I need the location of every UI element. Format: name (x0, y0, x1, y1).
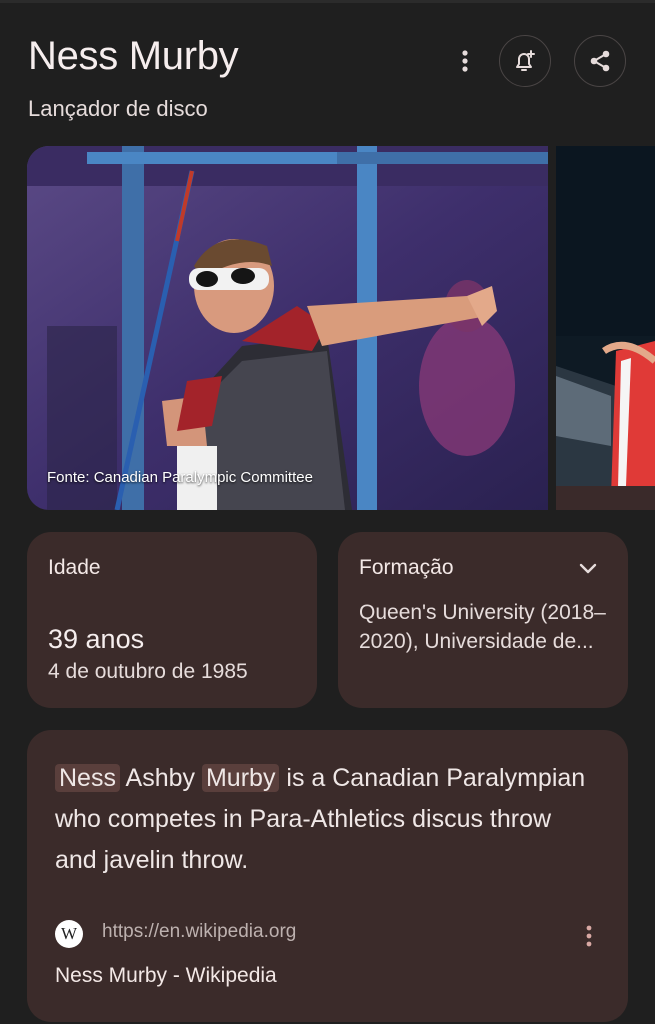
highlight-term: Murby (201, 764, 280, 792)
birth-date: 4 de outubro de 1985 (48, 660, 248, 683)
follow-notification-button[interactable] (499, 35, 551, 87)
source-url[interactable]: https://en.wikipedia.org (102, 921, 296, 943)
description-card[interactable]: Ness Ashby Murby is a Canadian Paralympi… (27, 730, 628, 1022)
share-icon (590, 50, 610, 72)
more-options-button[interactable] (450, 46, 480, 76)
entity-subtitle: Lançador de disco (28, 96, 208, 121)
second-photo[interactable] (556, 146, 655, 510)
age-card[interactable]: Idade 39 anos 4 de outubro de 1985 (27, 532, 317, 708)
athlete-photo[interactable]: Fonte: Canadian Paralympic Committee (27, 146, 548, 510)
image-source-caption: Fonte: Canadian Paralympic Committee (47, 469, 313, 486)
share-button[interactable] (574, 35, 626, 87)
age-label: Idade (48, 556, 101, 579)
description-middle: Ashby (125, 764, 196, 792)
top-divider (0, 0, 655, 3)
description-text: Ness Ashby Murby is a Canadian Paralympi… (55, 758, 595, 881)
chevron-down-icon[interactable] (576, 556, 600, 580)
education-card[interactable]: Formação Queen's University (2018–2020),… (338, 532, 628, 708)
highlight-term: Ness (55, 764, 120, 792)
age-value: 39 anos (48, 624, 145, 654)
athlete-photo-image (27, 146, 548, 510)
source-title-link[interactable]: Ness Murby - Wikipedia (55, 964, 277, 988)
second-photo-image (556, 146, 655, 510)
education-label: Formação (359, 556, 454, 579)
more-vert-icon[interactable] (579, 923, 599, 949)
entity-title: Ness Murby (28, 34, 239, 78)
more-vert-icon (462, 50, 468, 72)
education-text: Queen's University (2018–2020), Universi… (359, 601, 606, 653)
notification-add-icon (516, 50, 535, 71)
wikipedia-logo: W (55, 920, 83, 948)
